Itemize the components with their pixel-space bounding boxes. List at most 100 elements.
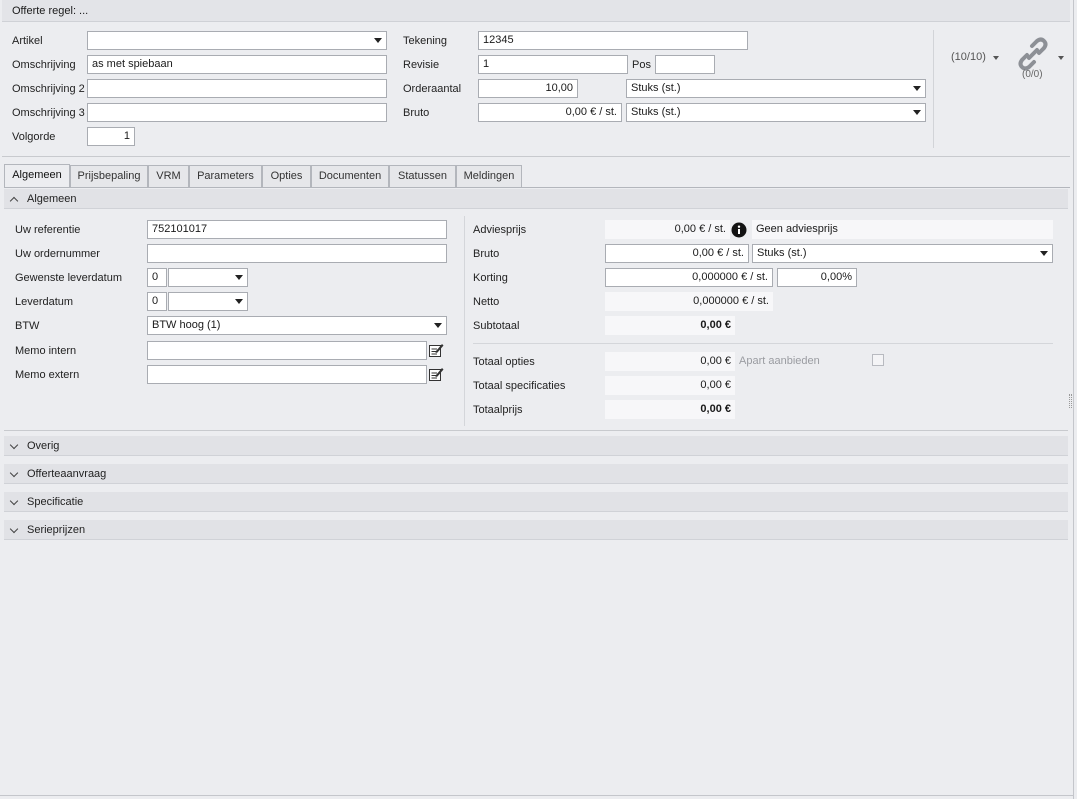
volgorde-input[interactable]: 1 bbox=[87, 127, 135, 146]
bruto-label: Bruto bbox=[473, 248, 500, 260]
section-offerteaanvraag-title: Offerteaanvraag bbox=[27, 468, 107, 480]
tab-algemeen[interactable]: Algemeen bbox=[4, 164, 70, 187]
subtotaal-value: 0,00 € bbox=[605, 316, 735, 335]
totaal-opties-label: Totaal opties bbox=[473, 356, 535, 368]
title-bar: Offerte regel: ... bbox=[2, 0, 1070, 22]
tab-prijsbepaling[interactable]: Prijsbepaling bbox=[70, 165, 148, 187]
uw-ordernummer-input[interactable] bbox=[147, 244, 447, 263]
volgorde-label: Volgorde bbox=[12, 131, 56, 143]
btw-label: BTW bbox=[15, 320, 40, 332]
leverdatum-number[interactable]: 0 bbox=[147, 292, 167, 311]
gewenste-leverdatum-number[interactable]: 0 bbox=[147, 268, 167, 287]
totaal-specificaties-value: 0,00 € bbox=[605, 376, 735, 395]
divider bbox=[2, 156, 1070, 157]
link-menu-chevron-icon[interactable] bbox=[1058, 56, 1064, 60]
orderaantal-unit-dropdown[interactable]: Stuks (st.) bbox=[626, 79, 926, 98]
edit-memo-icon[interactable] bbox=[428, 342, 444, 358]
revisie-input[interactable]: 1 bbox=[478, 55, 628, 74]
window-title: Offerte regel: ... bbox=[12, 5, 89, 17]
chevron-down-icon bbox=[913, 86, 921, 91]
bruto-top-input[interactable]: 0,00 € / st. bbox=[478, 103, 622, 122]
section-serieprijzen-header[interactable]: Serieprijzen bbox=[4, 520, 1068, 540]
omschrijving3-input[interactable] bbox=[87, 103, 387, 122]
chevron-down-icon bbox=[374, 38, 382, 43]
apart-aanbieden-checkbox[interactable] bbox=[872, 354, 884, 366]
tab-documenten[interactable]: Documenten bbox=[311, 165, 389, 187]
totaal-opties-value: 0,00 € bbox=[605, 352, 735, 371]
artikel-label: Artikel bbox=[12, 35, 43, 47]
tekening-label: Tekening bbox=[403, 35, 448, 47]
bruto-top-unit-value: Stuks (st.) bbox=[631, 106, 681, 118]
memo-intern-label: Memo intern bbox=[15, 345, 77, 357]
divider bbox=[473, 343, 1053, 344]
revisie-label: Revisie bbox=[403, 59, 440, 71]
section-overig-header[interactable]: Overig bbox=[4, 436, 1068, 456]
record-counter-text: (10/10) bbox=[951, 51, 986, 63]
tab-meldingen[interactable]: Meldingen bbox=[456, 165, 522, 187]
chevron-down-icon[interactable] bbox=[993, 56, 999, 60]
memo-intern-input[interactable] bbox=[147, 341, 427, 360]
section-offerteaanvraag-header[interactable]: Offerteaanvraag bbox=[4, 464, 1068, 484]
omschrijving3-label: Omschrijving 3 bbox=[12, 107, 85, 119]
bruto-input[interactable]: 0,00 € / st. bbox=[605, 244, 749, 263]
korting-input[interactable]: 0,000000 € / st. bbox=[605, 268, 773, 287]
pos-input[interactable] bbox=[655, 55, 715, 74]
netto-label: Netto bbox=[473, 296, 500, 308]
chevron-down-icon bbox=[434, 323, 442, 328]
column-separator bbox=[464, 216, 465, 426]
gewenste-leverdatum-dropdown[interactable] bbox=[168, 268, 248, 287]
memo-extern-input[interactable] bbox=[147, 365, 427, 384]
info-icon[interactable] bbox=[731, 222, 747, 238]
orderaantal-unit-value: Stuks (st.) bbox=[631, 82, 681, 94]
leverdatum-label: Leverdatum bbox=[15, 296, 74, 308]
chevron-down-icon bbox=[235, 275, 243, 280]
uw-referentie-input[interactable]: 752101017 bbox=[147, 220, 447, 239]
separator bbox=[933, 30, 934, 148]
chevron-down-icon bbox=[235, 299, 243, 304]
section-algemeen-header[interactable]: Algemeen bbox=[4, 189, 1068, 209]
section-specificatie-header[interactable]: Specificatie bbox=[4, 492, 1068, 512]
netto-value: 0,000000 € / st. bbox=[605, 292, 773, 311]
tab-opties[interactable]: Opties bbox=[262, 165, 311, 187]
omschrijving-label: Omschrijving bbox=[12, 59, 76, 71]
bruto-unit-dropdown[interactable]: Stuks (st.) bbox=[752, 244, 1053, 263]
chevron-down-icon bbox=[9, 496, 19, 506]
bruto-top-unit-dropdown[interactable]: Stuks (st.) bbox=[626, 103, 926, 122]
edit-memo-icon[interactable] bbox=[428, 366, 444, 382]
artikel-dropdown[interactable] bbox=[87, 31, 387, 50]
section-serieprijzen-title: Serieprijzen bbox=[27, 524, 86, 536]
leverdatum-dropdown[interactable] bbox=[168, 292, 248, 311]
tab-vrm[interactable]: VRM bbox=[148, 165, 189, 187]
resize-grip[interactable] bbox=[1069, 394, 1072, 408]
window-border bbox=[1073, 0, 1074, 799]
adviesprijs-note: Geen adviesprijs bbox=[752, 220, 1053, 239]
omschrijving-input[interactable]: as met spiebaan bbox=[87, 55, 387, 74]
section-overig-title: Overig bbox=[27, 440, 60, 452]
gewenste-leverdatum-label: Gewenste leverdatum bbox=[15, 272, 122, 284]
totaalprijs-value: 0,00 € bbox=[605, 400, 735, 419]
chevron-down-icon bbox=[9, 468, 19, 478]
tekening-input[interactable]: 12345 bbox=[478, 31, 748, 50]
pos-label: Pos bbox=[632, 59, 651, 71]
chevron-down-icon bbox=[913, 110, 921, 115]
orderaantal-input[interactable]: 10,00 bbox=[478, 79, 578, 98]
tab-statussen[interactable]: Statussen bbox=[389, 165, 456, 187]
chevron-up-icon bbox=[9, 196, 19, 206]
section-algemeen-title: Algemeen bbox=[27, 193, 77, 205]
apart-aanbieden-label: Apart aanbieden bbox=[739, 355, 820, 367]
adviesprijs-value: 0,00 € / st. bbox=[605, 220, 730, 239]
adviesprijs-label: Adviesprijs bbox=[473, 224, 527, 236]
bruto-top-label: Bruto bbox=[403, 107, 430, 119]
korting-percentage-input[interactable]: 0,00% bbox=[777, 268, 857, 287]
btw-value: BTW hoog (1) bbox=[152, 319, 221, 331]
bruto-unit-value: Stuks (st.) bbox=[757, 247, 807, 259]
section-specificatie-title: Specificatie bbox=[27, 496, 84, 508]
chevron-down-icon bbox=[9, 440, 19, 450]
omschrijving2-input[interactable] bbox=[87, 79, 387, 98]
btw-dropdown[interactable]: BTW hoog (1) bbox=[147, 316, 447, 335]
chevron-down-icon bbox=[9, 524, 19, 534]
subtotaal-label: Subtotaal bbox=[473, 320, 520, 332]
link-icon[interactable] bbox=[1016, 37, 1050, 71]
record-counter[interactable]: (10/10) bbox=[951, 51, 986, 63]
tab-parameters[interactable]: Parameters bbox=[189, 165, 262, 187]
